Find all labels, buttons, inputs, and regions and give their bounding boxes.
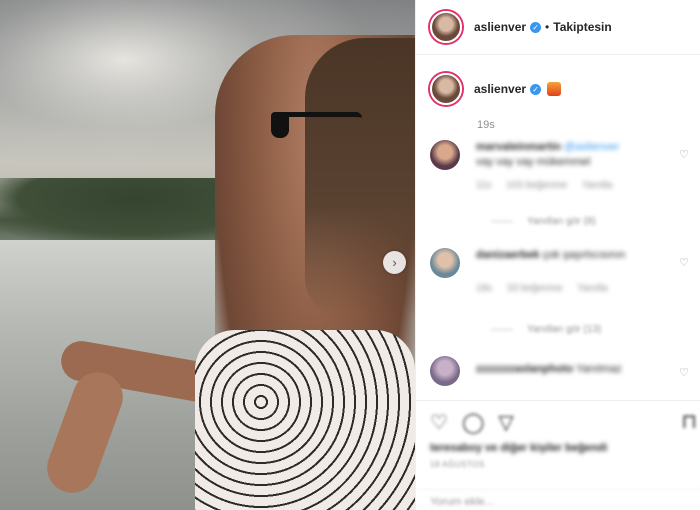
commenter-avatar[interactable] bbox=[430, 140, 460, 170]
caption-username[interactable]: aslienver bbox=[474, 82, 526, 96]
reply-button[interactable]: Yanıtla bbox=[582, 180, 612, 191]
caption-time: 19s bbox=[477, 119, 495, 131]
chevron-right-icon: › bbox=[392, 255, 397, 270]
comment-like-icon[interactable]: ♡ bbox=[679, 256, 689, 269]
comment-like-icon[interactable]: ♡ bbox=[679, 366, 689, 379]
comment-text: vay vay vay mükemmel bbox=[476, 156, 591, 168]
reply-button[interactable]: Yanıtla bbox=[577, 283, 607, 294]
swimsuit bbox=[195, 330, 415, 510]
commenter-avatar[interactable] bbox=[430, 248, 460, 278]
comment-body: danizaerbek çok şaşırtıcısının 18s 33 be… bbox=[476, 248, 625, 296]
add-comment-input[interactable]: Yorum ekle... bbox=[416, 489, 700, 510]
action-icons: ♡ ◯ ▽ bbox=[416, 401, 700, 435]
comment-username[interactable]: danizaerbek bbox=[476, 249, 540, 261]
post-header: aslienver ✓ • Takiptesin bbox=[416, 0, 700, 55]
comment-time: 11s bbox=[476, 180, 492, 191]
post-actions: ♡ ◯ ▽ ⊓ teresaboy ve diğer kişiler beğen… bbox=[416, 400, 700, 510]
divider-line bbox=[491, 329, 513, 330]
like-icon[interactable]: ♡ bbox=[430, 410, 448, 435]
comment-item: marvaleinmartin @aslienver vay vay vay m… bbox=[430, 140, 695, 193]
verified-badge-icon: ✓ bbox=[530, 83, 542, 95]
view-replies-button[interactable]: Yanıtları gör (13) bbox=[491, 324, 601, 335]
view-replies-label: Yanıtları gör (8) bbox=[527, 216, 596, 227]
author-avatar[interactable] bbox=[430, 11, 462, 43]
post-date: 18 AĞUSTOS bbox=[430, 460, 485, 469]
view-replies-label: Yanıtları gör (13) bbox=[527, 324, 602, 335]
post-side-panel: aslienver ✓ • Takiptesin aslienver ✓ 19s… bbox=[415, 0, 700, 510]
comment-body: marvaleinmartin @aslienver vay vay vay m… bbox=[476, 140, 624, 193]
comment-icon[interactable]: ◯ bbox=[462, 410, 484, 435]
commenter-avatar[interactable] bbox=[430, 356, 460, 386]
author-username[interactable]: aslienver bbox=[474, 20, 526, 34]
hair bbox=[305, 38, 415, 318]
separator: • bbox=[545, 20, 550, 34]
comment-username[interactable]: zzzzzzzaslanphoto bbox=[476, 363, 573, 375]
divider-line bbox=[491, 221, 513, 222]
view-replies-button[interactable]: Yanıtları gör (8) bbox=[491, 216, 596, 227]
post-photo[interactable]: › bbox=[0, 0, 415, 510]
caption: aslienver ✓ bbox=[416, 55, 700, 105]
comment-mention[interactable]: @aslienver bbox=[564, 141, 619, 153]
comment-item: zzzzzzzaslanphoto Yanıtmaz ♡ bbox=[430, 356, 695, 386]
likes-summary[interactable]: teresaboy ve diğer kişiler beğendi bbox=[416, 435, 700, 454]
comment-text: çok şaşırtıcısının bbox=[542, 249, 626, 261]
verified-badge-icon: ✓ bbox=[530, 21, 542, 33]
bookmark-icon[interactable]: ⊓ bbox=[681, 409, 697, 434]
comment-likes[interactable]: 103 beğenme bbox=[506, 180, 567, 191]
comment-meta: 18s 33 beğenme Yanıtla bbox=[476, 281, 625, 296]
caption-avatar[interactable] bbox=[430, 73, 462, 105]
comment-likes[interactable]: 33 beğenme bbox=[507, 283, 563, 294]
share-icon[interactable]: ▽ bbox=[498, 410, 513, 435]
comment-username[interactable]: marvaleinmartin bbox=[476, 141, 561, 153]
comment-time: 18s bbox=[476, 283, 493, 294]
comment-body: zzzzzzzaslanphoto Yanıtmaz bbox=[476, 362, 622, 386]
comment-text: Yanıtmaz bbox=[576, 363, 622, 375]
fire-emoji-icon bbox=[547, 82, 562, 96]
sunglasses-lens bbox=[271, 112, 289, 138]
next-photo-button[interactable]: › bbox=[383, 251, 406, 274]
comment-meta: 11s 103 beğenme Yanıtla bbox=[476, 178, 624, 193]
following-button[interactable]: Takiptesin bbox=[553, 20, 611, 34]
comment-item: danizaerbek çok şaşırtıcısının 18s 33 be… bbox=[430, 248, 695, 296]
comment-like-icon[interactable]: ♡ bbox=[679, 148, 689, 161]
